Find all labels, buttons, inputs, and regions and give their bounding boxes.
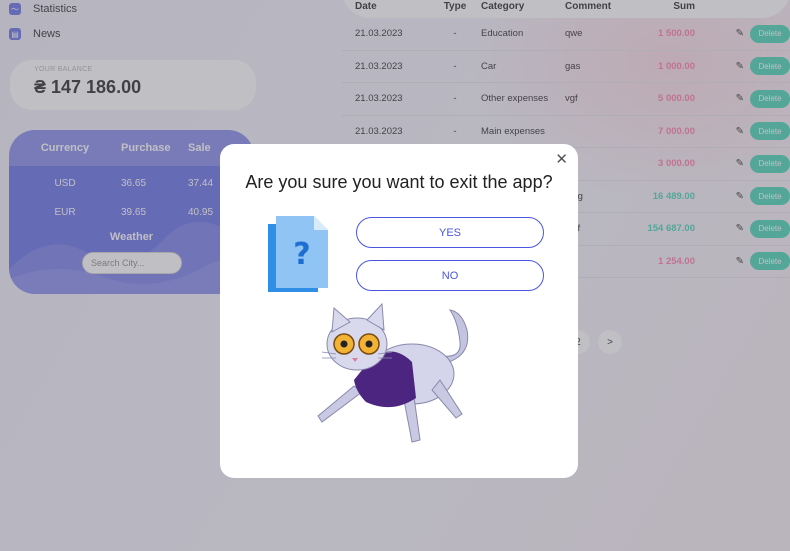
yes-button[interactable]: YES: [356, 217, 544, 248]
question-document-icon: ?: [268, 216, 328, 292]
scared-cat-illustration: [317, 302, 469, 443]
modal-title: Are you sure you want to exit the app?: [245, 172, 553, 192]
svg-text:?: ?: [293, 237, 310, 272]
exit-confirm-modal: ✕ Are you sure you want to exit the app?…: [220, 144, 578, 478]
close-icon[interactable]: ✕: [555, 152, 568, 167]
no-button[interactable]: NO: [356, 260, 544, 291]
